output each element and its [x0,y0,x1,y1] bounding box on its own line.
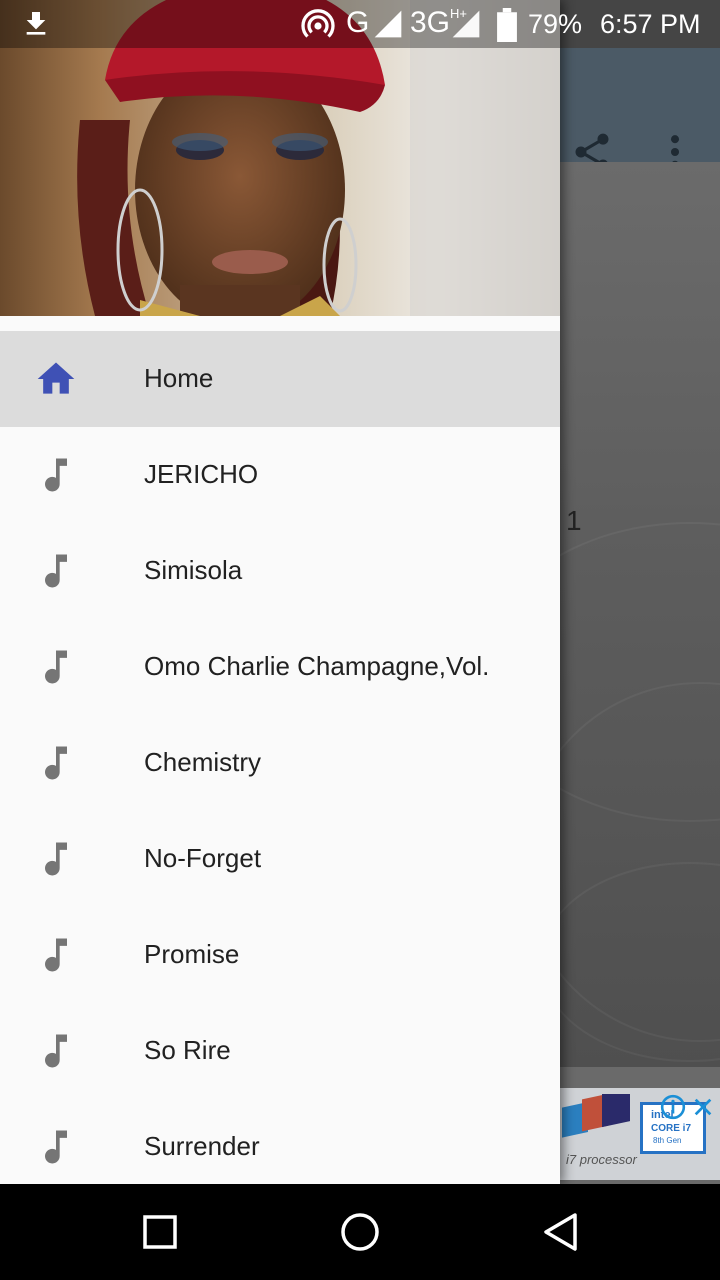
battery-percent: 79% [528,9,583,39]
network-type-g: G [346,6,370,39]
music-note-icon [45,1034,67,1068]
home-icon [37,362,75,394]
signal-3g-icon [452,10,480,38]
page-count: 1 [566,505,582,536]
recents-icon[interactable] [140,1212,180,1252]
signal-icon [374,10,402,38]
drawer-item-jericho[interactable]: JERICHO [0,427,560,523]
laptop-promo-image [562,1094,630,1138]
music-note-icon [45,458,67,492]
drawer-item-surrender[interactable]: Surrender [0,1099,560,1184]
music-note-icon [45,938,67,972]
drawer-item-home[interactable]: Home [0,331,560,427]
drawer-item-label: Omo Charlie Champagne,Vol. [144,651,490,681]
chip-gen: 8th Gen [653,1136,682,1145]
status-bar: G 3GH+ 79% 6:57 PM [0,0,720,48]
drawer-item-chemistry[interactable]: Chemistry [0,715,560,811]
drawer-item-label: Promise [144,939,240,969]
music-note-icon [45,650,67,684]
chip-model: CORE i7 [651,1123,692,1134]
drawer-item-label: Chemistry [144,747,262,777]
navigation-drawer: Home JERICHO Simisola Omo Charlie Champa… [0,0,560,1184]
drawer-item-label: So Rire [144,1035,231,1065]
network-3g-label: 3G [410,6,451,39]
drawer-menu: Home JERICHO Simisola Omo Charlie Champa… [0,331,560,1184]
drawer-item-label: Home [144,363,214,393]
download-icon [26,12,46,35]
drawer-item-label: No-Forget [144,843,262,873]
drawer-item-no-forget[interactable]: No-Forget [0,811,560,907]
ad-tagline: i7 processor [566,1152,637,1167]
battery-icon [497,8,517,42]
ad-close-icon[interactable] [692,1096,714,1118]
back-icon[interactable] [540,1211,580,1253]
music-note-icon [45,842,67,876]
home-nav-icon[interactable] [338,1210,382,1254]
music-note-icon [45,746,67,780]
drawer-item-omo-charlie-champagne[interactable]: Omo Charlie Champagne,Vol. [0,619,560,715]
music-note-icon [45,1130,67,1164]
music-note-icon [45,554,67,588]
drawer-item-so-rire[interactable]: So Rire [0,1003,560,1099]
drawer-item-promise[interactable]: Promise [0,907,560,1003]
hotspot-icon [301,9,335,38]
drawer-item-label: Simisola [144,555,243,585]
drawer-item-simisola[interactable]: Simisola [0,523,560,619]
system-navigation-bar [0,1184,720,1280]
drawer-item-label: JERICHO [144,459,259,489]
ad-info-icon[interactable] [660,1094,686,1120]
drawer-item-label: Surrender [144,1131,260,1161]
clock: 6:57 PM [600,9,701,39]
